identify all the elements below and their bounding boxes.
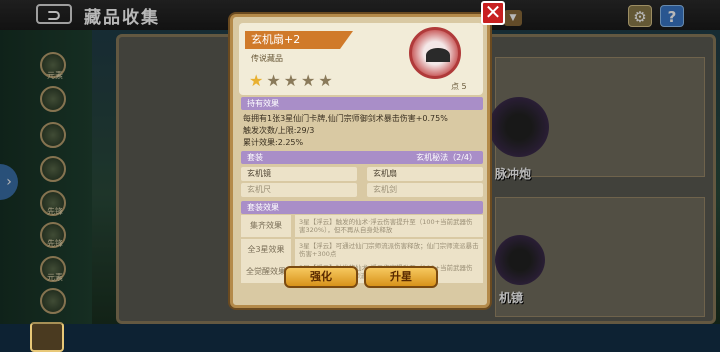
section-title: 套装 bbox=[247, 153, 263, 162]
sidebar-item-selected[interactable] bbox=[30, 322, 64, 352]
star-icon: ★ bbox=[301, 71, 316, 90]
item-rarity: 传说藏品 bbox=[251, 54, 283, 63]
section-title: 套装效果 bbox=[247, 203, 279, 212]
points-display: 点 5 bbox=[451, 81, 467, 92]
star-icon: ★ bbox=[266, 71, 281, 90]
item-name: 玄机扇+2 bbox=[245, 31, 353, 49]
set-progress: 玄机秘法（2/4） bbox=[416, 153, 477, 162]
effect-desc: 3星【浮云】可通过仙门宗师流派伤害释放；仙门宗师流派暴击伤害+300点 bbox=[295, 239, 483, 261]
set-item[interactable]: 玄机扇 bbox=[367, 167, 483, 181]
section-collect-effect: 持有效果 bbox=[241, 97, 483, 110]
points-value: 5 bbox=[461, 82, 467, 91]
effect-line: 累计效果:2.25% bbox=[243, 138, 304, 147]
close-icon[interactable]: ✕ bbox=[481, 1, 505, 25]
points-label: 点 bbox=[451, 82, 459, 91]
section-title: 持有效果 bbox=[247, 99, 279, 108]
set-effect-row: 全3星效果 3星【浮云】可通过仙门宗师流派伤害释放；仙门宗师流派暴击伤害+300… bbox=[241, 239, 483, 261]
effect-line: 每拥有1张3星仙门卡牌,仙门宗师御剑术暴击伤害+0.75% bbox=[243, 114, 448, 123]
star-icon: ★ bbox=[249, 71, 264, 90]
upgrade-star-button[interactable]: 升星 bbox=[364, 266, 438, 288]
set-item[interactable]: 玄机剑 bbox=[367, 183, 483, 197]
strengthen-button[interactable]: 强化 bbox=[284, 266, 358, 288]
star-icon: ★ bbox=[283, 71, 299, 90]
section-set: 套装 玄机秘法（2/4） bbox=[241, 151, 483, 164]
set-item[interactable]: 玄机尺 bbox=[241, 183, 357, 197]
effect-name: 集齐效果 bbox=[241, 215, 291, 237]
set-item[interactable]: 玄机镜 bbox=[241, 167, 357, 181]
star-rating: ★ ★ ★ ★ ★ bbox=[249, 73, 333, 89]
effect-line: 触发次数/上限:29/3 bbox=[243, 126, 315, 135]
set-effect-row: 集齐效果 3星【浮云】触发的仙术·浮云伤害提升至（100+当前武器伤害320%）… bbox=[241, 215, 483, 237]
star-icon: ★ bbox=[318, 71, 333, 90]
fan-icon bbox=[426, 48, 450, 62]
set-effect-row: 全觉醒效果 3星【浮云】触发的仙术·浮云伤害提升至（100+当前武器伤害380%… bbox=[241, 261, 483, 283]
effect-desc: 3星【浮云】触发的仙术·浮云伤害提升至（100+当前武器伤害320%），但不再从… bbox=[295, 215, 483, 237]
item-detail-modal: 玄机扇+2 传说藏品 ★ ★ ★ ★ ★ 点 5 持有效果 每拥有1张3星仙门卡… bbox=[230, 14, 490, 308]
effect-name: 全3星效果 bbox=[241, 239, 291, 261]
item-header: 玄机扇+2 传说藏品 ★ ★ ★ ★ ★ 点 5 bbox=[239, 23, 483, 95]
item-portrait bbox=[409, 27, 461, 79]
section-set-effect: 套装效果 bbox=[241, 201, 483, 214]
